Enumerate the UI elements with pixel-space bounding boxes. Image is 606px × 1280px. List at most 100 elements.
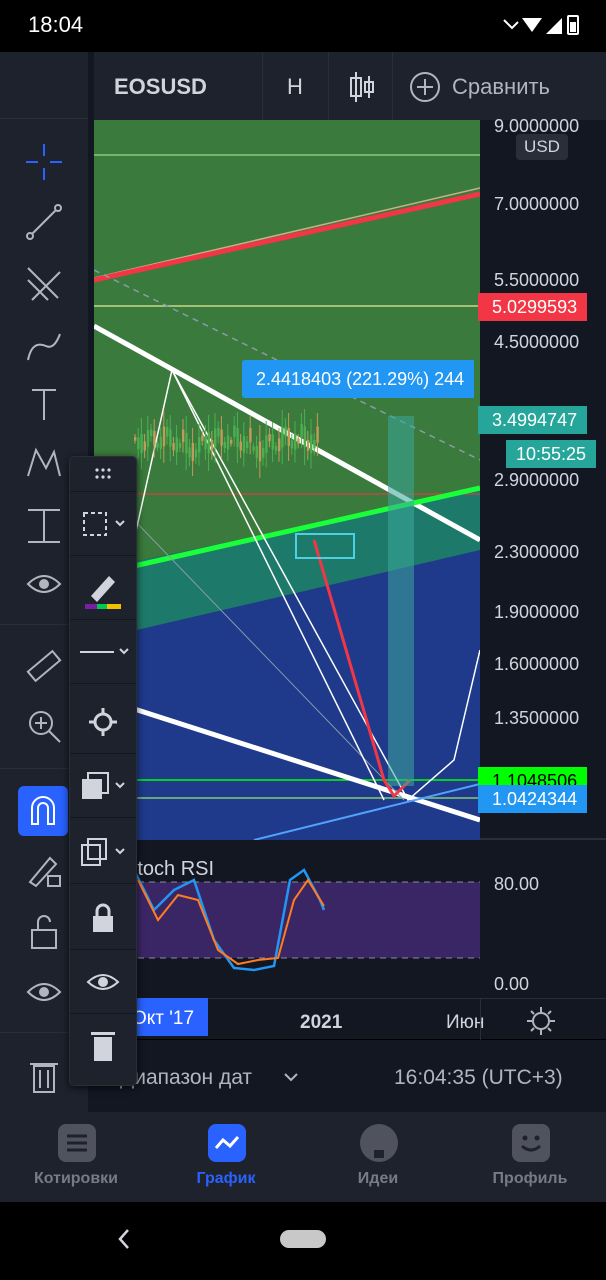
zoom-in-icon[interactable]	[20, 702, 68, 750]
settings-icon[interactable]	[70, 691, 136, 754]
currency-badge[interactable]: USD	[516, 134, 568, 160]
divider	[0, 118, 88, 119]
candle-body	[226, 435, 230, 450]
drag-handle-icon[interactable]	[70, 457, 136, 492]
candle-body	[143, 441, 146, 451]
candle-body	[217, 428, 220, 437]
candle-body	[258, 441, 262, 462]
brush-icon[interactable]	[20, 322, 68, 370]
candle-body	[191, 443, 194, 461]
candle-body	[239, 441, 242, 451]
lock-icon[interactable]	[70, 887, 136, 950]
trend-line-icon[interactable]	[20, 198, 68, 246]
candle-body	[175, 437, 178, 453]
nav-profile[interactable]: Профиль	[470, 1112, 590, 1202]
time-label: Окт '17	[132, 1008, 195, 1029]
candle-body	[313, 440, 316, 449]
chart-pane[interactable]: 2.4418403 (221.29%) 244	[94, 120, 480, 840]
chevron-down-icon[interactable]	[282, 1070, 300, 1089]
measure-label: 2.4418403 (221.29%) 244	[242, 360, 475, 398]
lock-drawing-icon[interactable]	[20, 846, 68, 894]
drawing-floating-toolbar	[69, 456, 137, 1086]
candle-body	[185, 433, 188, 454]
bar-countdown: 10:55:25	[506, 440, 597, 468]
unlock-icon[interactable]	[20, 908, 68, 956]
quotes-icon	[58, 1124, 96, 1162]
price-label-red: 5.0299593	[478, 293, 588, 321]
nav-chart[interactable]: График	[166, 1112, 286, 1202]
date-range-button[interactable]: Диапазон дат	[120, 1066, 252, 1090]
line-style-icon[interactable]	[70, 621, 136, 684]
measure-range-icon[interactable]	[20, 502, 68, 550]
price-tick: 1.9000000	[494, 602, 580, 622]
ruler-icon[interactable]	[20, 642, 68, 690]
trash-icon[interactable]	[20, 1052, 68, 1100]
candle-body	[287, 428, 290, 446]
delete-icon[interactable]	[70, 1015, 136, 1077]
candle-body	[201, 435, 204, 441]
divider	[480, 838, 606, 840]
nav-ideas[interactable]: Идеи	[318, 1112, 438, 1202]
candle-body	[236, 428, 239, 448]
candle-body	[306, 440, 310, 451]
toolbar-divider	[392, 52, 393, 120]
settings-gear-icon[interactable]	[526, 1006, 556, 1041]
rsi-tick: 80.00	[494, 874, 540, 894]
candle-body	[178, 443, 182, 448]
candle-body	[140, 434, 143, 454]
candle-body	[156, 443, 159, 448]
candle-body	[274, 446, 278, 451]
candle-body	[207, 432, 210, 454]
candle-body	[265, 435, 268, 453]
candles-icon[interactable]	[348, 70, 376, 109]
candle-body	[268, 434, 271, 442]
candle-body	[166, 427, 169, 437]
compare-add-icon[interactable]	[408, 70, 442, 109]
candle-body	[210, 440, 214, 451]
candle-body	[310, 434, 313, 454]
indicator-name[interactable]: Stoch RSI	[124, 858, 214, 881]
candle-body	[297, 438, 300, 444]
magnet-icon[interactable]	[18, 786, 68, 836]
nav-quotes[interactable]: Котировки	[16, 1112, 136, 1202]
candle-body	[150, 429, 153, 437]
price-tick: 7.0000000	[494, 194, 580, 214]
back-icon[interactable]	[114, 1226, 134, 1257]
candle-body	[153, 431, 156, 446]
price-tick: 2.3000000	[494, 542, 580, 562]
symbol-button[interactable]: EOSUSD	[114, 74, 207, 100]
candle-body	[316, 426, 319, 443]
nav-label: График	[196, 1170, 256, 1187]
visual-order-icon[interactable]	[70, 755, 136, 818]
time-label: Июн	[446, 1012, 485, 1033]
eye-icon[interactable]	[20, 560, 68, 608]
chart-icon	[208, 1124, 246, 1162]
clone-icon[interactable]	[70, 821, 136, 884]
candle-body	[249, 428, 252, 443]
pattern-icon[interactable]	[20, 440, 68, 488]
candle-body	[198, 437, 201, 453]
candle-body	[223, 442, 226, 448]
candle-body	[278, 438, 281, 452]
candle-body	[290, 440, 294, 449]
eye-icon[interactable]	[20, 968, 68, 1016]
compare-button[interactable]: Сравнить	[452, 74, 550, 100]
candle-body	[255, 446, 258, 458]
text-tool-icon[interactable]	[20, 380, 68, 428]
chart-drawings	[94, 120, 480, 840]
toolbar-divider	[262, 52, 263, 120]
stoch-rsi-pane[interactable]: Stoch RSI	[94, 840, 480, 998]
home-pill[interactable]	[280, 1230, 326, 1248]
candle-body	[300, 424, 303, 438]
interval-button[interactable]: H	[287, 74, 303, 100]
crosshair-icon[interactable]	[20, 138, 68, 186]
price-tick: 9.0000000	[494, 116, 580, 136]
session-clock[interactable]: 16:04:35 (UTC+3)	[394, 1066, 563, 1090]
candle-body	[242, 436, 246, 453]
line-color-icon[interactable]	[70, 557, 136, 620]
template-icon[interactable]	[70, 493, 136, 556]
candle-body	[137, 437, 140, 449]
nav-label: Идеи	[357, 1170, 399, 1187]
fib-tools-icon[interactable]	[20, 260, 68, 308]
visibility-icon[interactable]	[70, 951, 136, 1014]
